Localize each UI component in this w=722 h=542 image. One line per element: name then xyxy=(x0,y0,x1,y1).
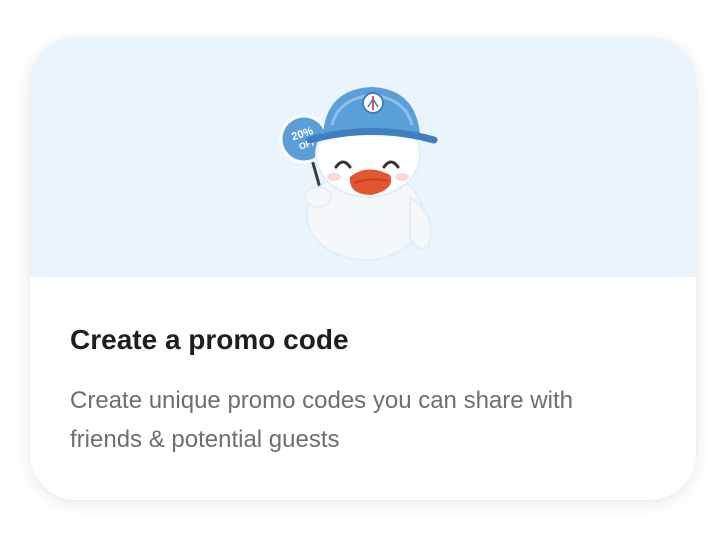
promo-code-card[interactable]: 20% OFF Create a promo code Create uniqu… xyxy=(30,37,696,500)
duck-mascot-with-sign-icon: 20% OFF xyxy=(279,87,438,261)
card-title: Create a promo code xyxy=(70,324,349,355)
card-description: Create unique promo codes you can share … xyxy=(70,387,573,453)
card-illustration-area: 20% OFF xyxy=(30,37,696,277)
card-content: Create a promo code Create unique promo … xyxy=(30,277,696,500)
